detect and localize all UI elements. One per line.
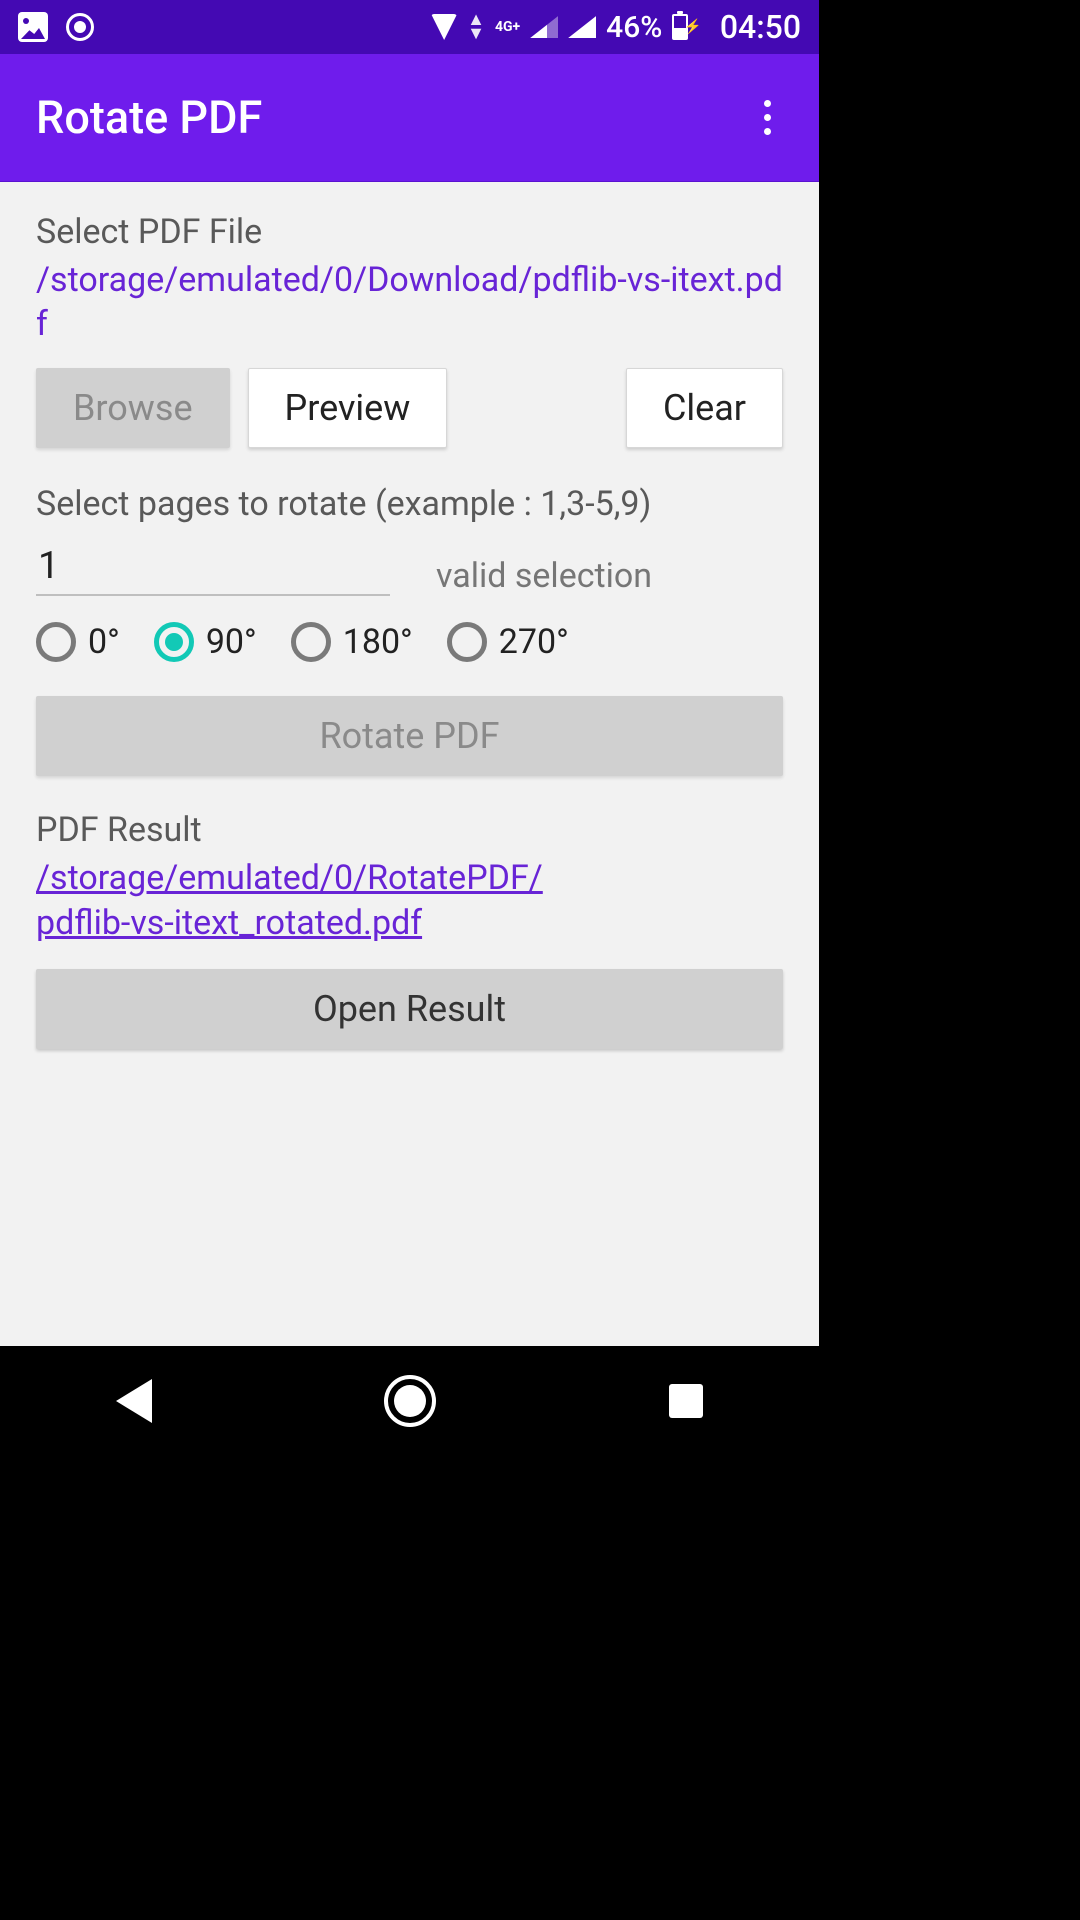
select-file-label: Select PDF File xyxy=(36,212,783,252)
signal-2-icon xyxy=(568,16,596,38)
angle-radio-270[interactable]: 270° xyxy=(447,622,569,662)
angle-label: 90° xyxy=(206,622,257,662)
battery-label: 46% xyxy=(606,10,662,45)
angle-label: 0° xyxy=(88,622,120,662)
recents-button[interactable] xyxy=(669,1384,703,1418)
home-button[interactable] xyxy=(384,1375,436,1427)
rotate-pdf-button[interactable]: Rotate PDF xyxy=(36,696,783,776)
dots-icon xyxy=(764,100,771,107)
clock-label: 04:50 xyxy=(720,8,801,46)
content: Select PDF File /storage/emulated/0/Down… xyxy=(0,182,819,1346)
radio-icon xyxy=(291,622,331,662)
angle-radio-90[interactable]: 90° xyxy=(154,622,257,662)
angle-radio-group: 0° 90° 180° 270° xyxy=(36,622,783,662)
app-bar: Rotate PDF xyxy=(0,54,819,182)
record-notif-icon xyxy=(66,13,94,41)
pages-input[interactable] xyxy=(36,540,390,596)
result-path-line1: /storage/emulated/0/RotatePDF/ xyxy=(36,858,543,898)
angle-radio-180[interactable]: 180° xyxy=(291,622,413,662)
angle-radio-0[interactable]: 0° xyxy=(36,622,120,662)
network-type-label: 4G+ xyxy=(495,19,520,35)
pages-label: Select pages to rotate (example : 1,3-5,… xyxy=(36,484,783,524)
clear-button[interactable]: Clear xyxy=(626,368,783,448)
result-path-line2: pdflib-vs-itext_rotated.pdf xyxy=(36,903,422,943)
result-label: PDF Result xyxy=(36,810,783,850)
result-file-path[interactable]: /storage/emulated/0/RotatePDF/ pdflib-vs… xyxy=(36,856,783,944)
back-button[interactable] xyxy=(116,1379,152,1423)
nav-bar xyxy=(0,1346,819,1456)
open-result-button[interactable]: Open Result xyxy=(36,969,783,1049)
radio-icon xyxy=(36,622,76,662)
screenshot-notif-icon xyxy=(18,12,48,42)
selected-file-path[interactable]: /storage/emulated/0/Download/pdflib-vs-i… xyxy=(36,258,783,346)
data-arrows-icon: ▲▼ xyxy=(467,13,485,41)
page-title: Rotate PDF xyxy=(36,91,751,144)
radio-icon xyxy=(447,622,487,662)
wifi-icon xyxy=(431,14,457,40)
overflow-menu-button[interactable] xyxy=(751,94,783,142)
angle-label: 270° xyxy=(499,622,569,662)
angle-label: 180° xyxy=(343,622,413,662)
radio-icon xyxy=(154,622,194,662)
signal-1-icon xyxy=(530,16,558,38)
browse-button[interactable]: Browse xyxy=(36,368,230,448)
pages-validity-label: valid selection xyxy=(436,556,652,596)
status-bar: ▲▼ 4G+ 46% ⚡ 04:50 xyxy=(0,0,819,54)
preview-button[interactable]: Preview xyxy=(248,368,448,448)
